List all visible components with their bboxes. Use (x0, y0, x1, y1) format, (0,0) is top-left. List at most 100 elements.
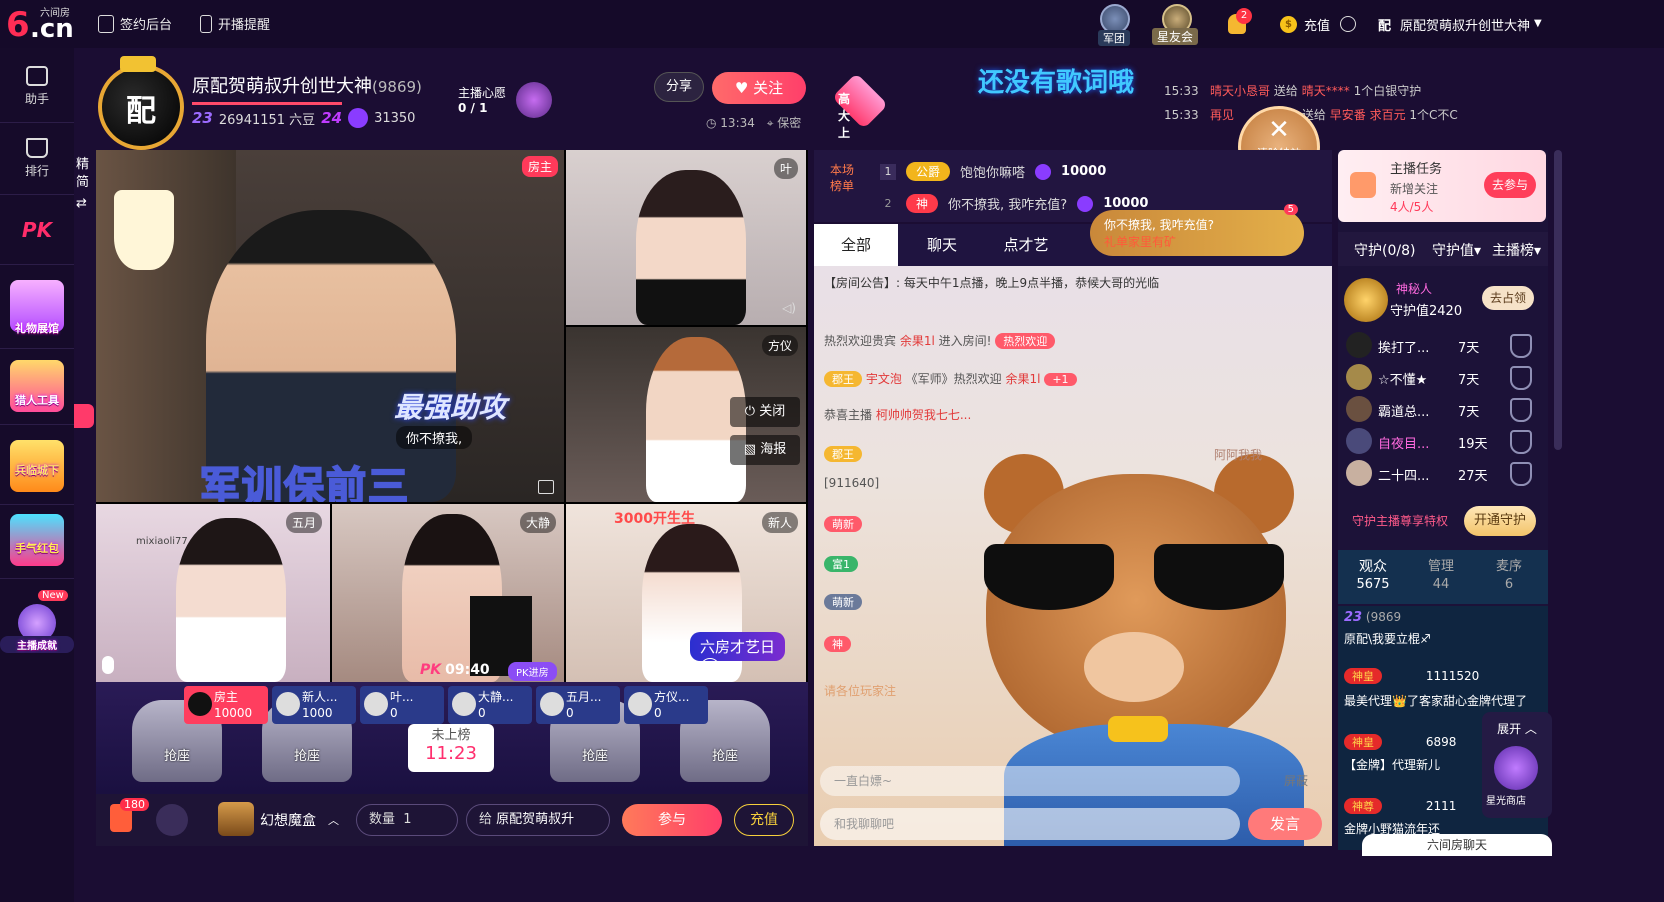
poster-button[interactable]: ▧ 海报 (730, 435, 800, 465)
guard-row[interactable]: 二十四... 27天 (1346, 460, 1542, 488)
scrollbar[interactable] (1554, 150, 1562, 450)
side-grid-toggle-icon[interactable] (74, 404, 94, 428)
guest-video-dajing[interactable]: 大静 (332, 504, 564, 682)
recipient-select[interactable]: 给 原配贺萌叔升 (466, 804, 610, 836)
guard-top-name: 神秘人 (1396, 282, 1433, 296)
seat-card[interactable]: 五月... 0 (536, 686, 620, 724)
chat-message: 郡王 (824, 446, 862, 462)
audience-row[interactable]: 神皇 6898 (1344, 734, 1456, 750)
chevron-down-icon[interactable]: ▼ (1534, 18, 1542, 29)
tab-admin[interactable]: 管理 44 (1408, 558, 1474, 594)
seat-card[interactable]: 方仪... 0 (624, 686, 708, 724)
tab-chat[interactable]: 聊天 (900, 224, 984, 266)
nav-sign-backend[interactable]: 签约后台 (98, 14, 172, 33)
divider (0, 424, 74, 425)
recharge-link[interactable]: 充值 (1304, 15, 1330, 34)
mic-icon[interactable] (102, 656, 114, 674)
tab-all[interactable]: 全部 (814, 224, 898, 266)
art-day-banner[interactable]: 六房才艺日 (690, 632, 786, 661)
grab-seat-label: 抢座 (163, 749, 190, 764)
guard-row[interactable]: 霸道总... 7天 (1346, 396, 1542, 424)
audience-row[interactable]: 神皇 1111520 (1344, 668, 1479, 684)
guest-video-wuyue[interactable]: mixiaoli77 五月 (96, 504, 330, 682)
charge-button[interactable]: 充值 (734, 804, 794, 836)
quantity-stepper[interactable]: 数量 1 (356, 804, 458, 836)
user-avatar-mark[interactable]: 配 (1378, 15, 1391, 34)
chevron-up-icon[interactable]: ︿ (328, 812, 339, 828)
rank-row[interactable]: 1 公爵 饱饱你嘛嗒 10000 (880, 162, 1106, 181)
seat-card-host[interactable]: 房主 10000 (184, 686, 268, 724)
chat-message: 阿阿我我 (1214, 448, 1263, 462)
tab-mic-queue[interactable]: 麦序 6 (1476, 558, 1542, 594)
guard-row[interactable]: 自夜目... 19天 (1346, 428, 1542, 456)
bird-icon[interactable] (156, 804, 188, 836)
box-name[interactable]: 幻想魔盒 (260, 810, 316, 830)
simplify-tab[interactable]: 精简 (76, 156, 92, 192)
audience-row[interactable]: 23 (9869 (1344, 610, 1401, 625)
nav-live-remind[interactable]: 开播提醒 (200, 14, 270, 33)
speaker-icon[interactable] (538, 480, 554, 494)
star-store-icon[interactable] (1494, 746, 1538, 790)
msg-user[interactable]: 余果1l (1006, 372, 1041, 386)
zoom-in-icon[interactable]: + (700, 658, 720, 678)
wish-gem-icon[interactable] (516, 82, 552, 118)
chat-message: 恭喜主播 柯帅帅贺我七七... (824, 406, 971, 423)
seat-card[interactable]: 叶... 0 (360, 686, 444, 724)
seat-card[interactable]: 大静... 0 (448, 686, 532, 724)
tab-audience[interactable]: 观众 5675 (1340, 558, 1406, 594)
pk-room-tag[interactable]: PK进房 (508, 662, 557, 681)
rank-title: 公爵 (906, 162, 951, 181)
host-avatar[interactable]: 配 (98, 56, 184, 150)
msg-user[interactable]: 宇文泡 (866, 372, 902, 386)
msg-user[interactable]: 柯帅帅贺我七七... (876, 408, 971, 422)
quick-phrase[interactable]: 一直白嫖~ (820, 766, 1240, 796)
guest-video-fangyi[interactable]: 方仪 ⏻ 关闭 ▧ 海报 (566, 327, 806, 502)
gift-popup[interactable]: 你不撩我, 我咋充值? 礼单家里有矿 5 (1090, 204, 1304, 256)
follow-button[interactable]: ♥ 关注 (712, 72, 806, 104)
welcome-chip[interactable]: 热烈欢迎 (995, 333, 1056, 349)
guard-row[interactable]: ☆不懂★ 7天 (1346, 364, 1542, 392)
god-badge: 神尊 (1344, 798, 1382, 814)
chat-input[interactable]: 和我聊聊吧 (820, 808, 1240, 840)
six-chat-tab[interactable]: 六间房聊天 (1362, 834, 1552, 856)
sidebar-item-assistant[interactable]: 助手 (0, 66, 74, 107)
treasure-box-icon[interactable] (218, 802, 254, 836)
guard-row[interactable]: 挨打了... 7天 (1346, 332, 1542, 360)
zoom-out-icon[interactable]: − (668, 658, 688, 678)
send-button[interactable]: 发言 (1248, 808, 1322, 840)
seat-card[interactable]: 新人... 1000 (272, 686, 356, 724)
audience-row[interactable]: 神尊 2111 (1344, 798, 1456, 814)
occupy-button[interactable]: 去占领 (1482, 286, 1534, 310)
tab-guard[interactable]: 守护(0/8) (1354, 240, 1415, 260)
sidebar-item-pk[interactable]: PK (0, 218, 74, 242)
avatar[interactable] (1344, 278, 1388, 322)
guest-video-ye[interactable]: 叶 ◁) (566, 150, 806, 325)
tab-talent[interactable]: 点才艺 (984, 224, 1068, 266)
menu-icon[interactable] (1340, 16, 1356, 32)
gift-box-icon[interactable]: 180 (110, 798, 149, 832)
site-logo[interactable]: 6 .cn 六间房 (6, 6, 78, 44)
join-task-button[interactable]: 去参与 (1484, 172, 1536, 198)
share-button[interactable]: 分享 (654, 72, 704, 102)
switch-arrows-icon[interactable]: ⇄ (76, 196, 87, 211)
seat-card-name: 方仪... (654, 690, 690, 704)
sidebar-item-rank[interactable]: 排行 (0, 138, 74, 179)
expand-panel[interactable]: 展开 ︿ 星光商店 (1482, 712, 1552, 818)
msg-user[interactable]: 余果1l (900, 334, 935, 348)
open-guard-button[interactable]: 开通守护 (1464, 506, 1536, 536)
user-name[interactable]: 原配贺萌叔升创世大神 (1400, 15, 1530, 34)
host-wish[interactable]: 主播心愿 0 / 1 (458, 84, 506, 115)
main-host-video[interactable]: 房主 最强助攻 你不撩我, 军训保前三 (96, 150, 564, 502)
plus-chip[interactable]: +1 (1044, 373, 1077, 386)
speaker-icon[interactable]: ◁) (782, 301, 796, 315)
join-button[interactable]: 参与 (622, 804, 722, 836)
rank-num: 1 (880, 163, 896, 180)
rank-label[interactable]: 本场榜单 (830, 162, 860, 194)
ticker-gift: 1个白银守护 (1353, 84, 1422, 98)
tab-host-rank[interactable]: 主播榜▾ (1492, 240, 1541, 260)
block-toggle[interactable]: 屏蔽 (1284, 772, 1308, 789)
tab-guard-value[interactable]: 守护值▾ (1432, 240, 1481, 260)
seat-card-name: 房主 (214, 690, 239, 704)
close-mic-button[interactable]: ⏻ 关闭 (730, 397, 800, 427)
host-level-bar (192, 102, 342, 105)
